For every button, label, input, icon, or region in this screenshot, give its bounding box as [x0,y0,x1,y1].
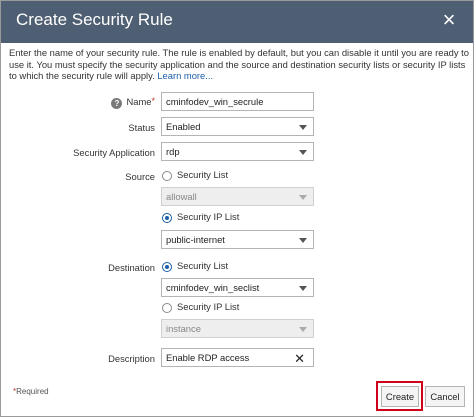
required-asterisk: * [151,96,155,106]
help-icon[interactable]: ? [111,98,123,109]
source-security-ip-list-radio[interactable] [162,213,172,223]
chevron-down-icon [299,238,307,243]
destination-security-ip-list-select: instance [161,319,314,338]
chevron-down-icon [299,150,307,155]
source-security-ip-list-label: Security IP List [177,211,240,222]
destination-security-ip-list-label: Security IP List [177,301,240,312]
status-label: Status [128,122,155,133]
chevron-down-icon [299,195,307,200]
create-security-rule-dialog: Create Security Rule × Enter the name of… [0,0,474,417]
destination-label: Destination [108,262,155,273]
description-input-value: Enable RDP access [166,352,250,363]
status-select-value: Enabled [166,121,201,132]
source-security-ip-list-value: public-internet [166,234,225,245]
description-label: Description [108,353,155,364]
required-note-text: Required [16,387,49,396]
source-security-list-radio[interactable] [162,171,172,181]
clear-icon[interactable]: ✕ [294,350,305,367]
chevron-down-icon [299,327,307,332]
destination-security-ip-list-radio[interactable] [162,303,172,313]
dialog-titlebar: Create Security Rule × [1,1,473,43]
destination-security-list-select[interactable]: cminfodev_win_seclist [161,278,314,297]
create-button[interactable]: Create [381,386,419,407]
intro-description: Enter the name of your security rule. Th… [9,47,469,81]
destination-security-list-label: Security List [177,260,229,271]
intro-text: Enter the name of your security rule. Th… [9,47,471,82]
name-label-group: ? Name* [111,96,155,109]
destination-security-list-value: cminfodev_win_seclist [166,282,260,293]
description-input[interactable]: Enable RDP access ✕ [161,348,314,367]
name-input-value: cminfodev_win_secrule [166,96,264,107]
close-icon[interactable]: × [439,9,459,31]
source-security-list-value: allowall [166,191,197,202]
status-select[interactable]: Enabled [161,117,314,136]
destination-security-list-radio[interactable] [162,262,172,272]
security-application-value: rdp [166,146,180,157]
security-application-select[interactable]: rdp [161,142,314,161]
cancel-button[interactable]: Cancel [425,386,465,407]
source-label: Source [125,171,155,182]
source-security-list-label: Security List [177,169,229,180]
chevron-down-icon [299,286,307,291]
source-security-ip-list-select[interactable]: public-internet [161,230,314,249]
learn-more-link[interactable]: Learn more... [157,70,213,81]
security-application-label: Security Application [73,147,155,158]
source-security-list-select: allowall [161,187,314,206]
chevron-down-icon [299,125,307,130]
destination-security-ip-list-value: instance [166,323,201,334]
dialog-title: Create Security Rule [16,10,173,29]
name-input[interactable]: cminfodev_win_secrule [161,92,314,111]
name-label: Name [126,96,152,107]
required-note: *Required [13,387,49,396]
